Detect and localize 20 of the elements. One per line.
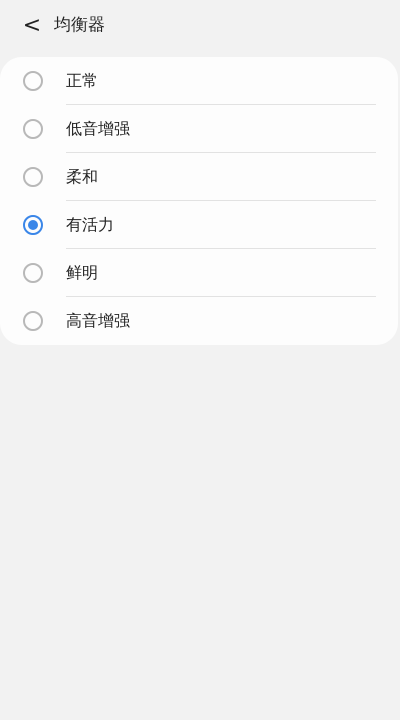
radio-button[interactable]: [23, 215, 43, 235]
option-label: 高音增强: [66, 310, 130, 332]
page-title: 均衡器: [54, 14, 105, 38]
option-label: 柔和: [66, 166, 98, 188]
option-label: 低音增强: [66, 118, 130, 140]
radio-button[interactable]: [23, 119, 43, 139]
option-label: 鲜明: [66, 262, 98, 284]
option-row[interactable]: 高音增强: [0, 297, 398, 345]
option-row[interactable]: 柔和: [0, 153, 398, 201]
option-label: 有活力: [66, 214, 114, 236]
radio-button[interactable]: [23, 71, 43, 91]
option-row[interactable]: 正常: [0, 57, 398, 105]
option-row[interactable]: 低音增强: [0, 105, 398, 153]
option-row[interactable]: 有活力: [0, 201, 398, 249]
radio-button[interactable]: [23, 167, 43, 187]
back-button[interactable]: <: [22, 15, 42, 37]
radio-button[interactable]: [23, 311, 43, 331]
option-label: 正常: [66, 70, 98, 92]
radio-button[interactable]: [23, 263, 43, 283]
option-row[interactable]: 鲜明: [0, 249, 398, 297]
